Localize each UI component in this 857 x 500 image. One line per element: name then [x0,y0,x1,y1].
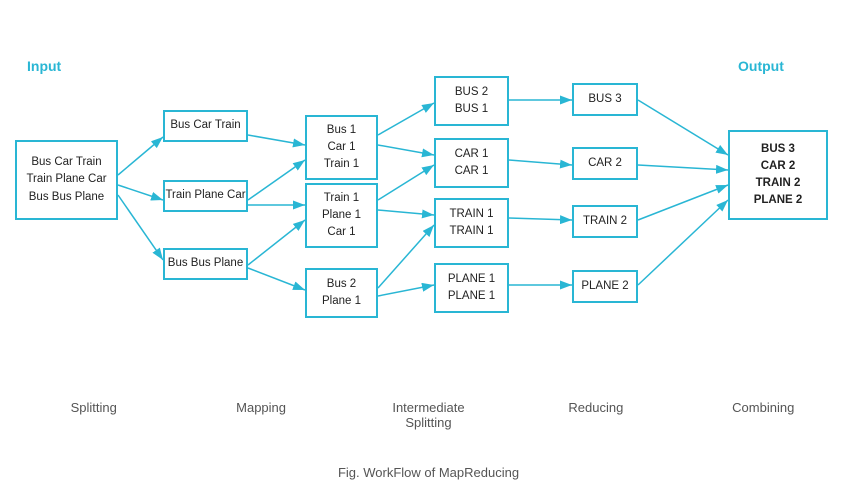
map2-box: Train 1 Plane 1 Car 1 [305,183,378,248]
intermediate-label: Intermediate Splitting [378,400,478,430]
inter3-box: TRAIN 1 TRAIN 1 [434,198,509,248]
arrows-svg [0,0,857,460]
split2-box: Train Plane Car [163,180,248,212]
map1-box: Bus 1 Car 1 Train 1 [305,115,378,180]
reducing-label: Reducing [546,400,646,430]
output-label: Output [738,58,784,74]
reduce2-box: CAR 2 [572,147,638,180]
output-box: BUS 3 CAR 2 TRAIN 2 PLANE 2 [728,130,828,220]
inter4-box: PLANE 1 PLANE 1 [434,263,509,313]
inter2-box: CAR 1 CAR 1 [434,138,509,188]
fig-caption: Fig. WorkFlow of MapReducing [0,460,857,485]
mapping-label: Mapping [211,400,311,430]
combining-label: Combining [713,400,813,430]
diagram-container: Input Bus Car Train Train Plane Car Bus … [0,0,857,460]
split3-box: Bus Bus Plane [163,248,248,280]
input-label: Input [27,58,61,74]
splitting-label: Splitting [44,400,144,430]
reduce1-box: BUS 3 [572,83,638,116]
reduce3-box: TRAIN 2 [572,205,638,238]
inter1-box: BUS 2 BUS 1 [434,76,509,126]
reduce4-box: PLANE 2 [572,270,638,303]
input-box: Bus Car Train Train Plane Car Bus Bus Pl… [15,140,118,220]
map3-box: Bus 2 Plane 1 [305,268,378,318]
split1-box: Bus Car Train [163,110,248,142]
